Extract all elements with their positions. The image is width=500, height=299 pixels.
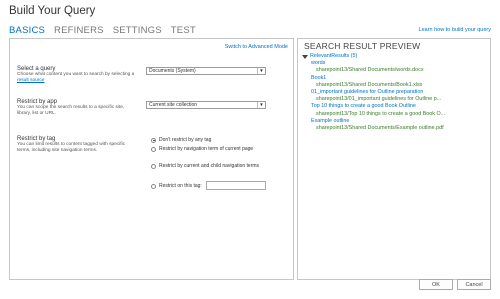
chevron-down-icon: ▼ [257, 68, 265, 74]
tab-test[interactable]: TEST [171, 25, 196, 36]
result-title[interactable]: Book1 [302, 75, 445, 82]
result-url: sharepoint13/Top 10 things to create a g… [316, 110, 446, 117]
learn-link[interactable]: Learn how to build your query [419, 27, 491, 33]
result-url: sharepoint13/Shared Documents/Example ou… [316, 125, 444, 132]
result-title[interactable]: 01_important guidelines for Outline prep… [302, 89, 445, 96]
advanced-mode-link[interactable]: Switch to Advanced Mode [225, 44, 288, 50]
select-query-desc-text: Choose what content you want to search b… [17, 72, 135, 77]
app-select[interactable]: Current site collection ▼ [146, 101, 266, 109]
dialog-title: Build Your Query [9, 5, 96, 17]
tag-input[interactable] [206, 181, 266, 190]
result-title[interactable]: Example outline [302, 118, 445, 125]
restrict-tag-desc: You can limit results to content tagged … [17, 142, 126, 153]
query-select[interactable]: Documents (System) ▼ [146, 67, 266, 75]
restrict-tag-section: Restrict by tag You can limit results to… [17, 136, 137, 154]
collapse-icon[interactable] [302, 54, 308, 59]
radio-label: Don't restrict by any tag [159, 137, 212, 143]
result-source-link[interactable]: result source [17, 78, 44, 83]
result-url: sharepoint13/Shared Documents/Book1.xlsx [316, 81, 423, 88]
radio-label: Restrict by current and child navigation… [159, 163, 260, 169]
app-select-value: Current site collection [149, 102, 198, 108]
restrict-app-section: Restrict by app You can scope the search… [17, 99, 137, 117]
chevron-down-icon: ▼ [257, 102, 265, 108]
radio-nav-term[interactable]: Restrict by navigation term of current p… [151, 146, 276, 152]
radio-button[interactable] [151, 137, 156, 143]
radio-button[interactable] [151, 163, 156, 169]
preview-results: RelevantResults (5) words sharepoint13/S… [302, 53, 445, 132]
radio-label: Restrict by navigation term of current p… [159, 146, 254, 152]
tab-bar: BASICS REFINERS SETTINGS TEST [9, 25, 205, 36]
result-url: sharepoint13/Shared Documents/words.docx [316, 67, 424, 74]
select-query-section: Select a query Choose what content you w… [17, 66, 137, 84]
query-settings-panel: Switch to Advanced Mode Select a query C… [9, 38, 294, 280]
tab-basics[interactable]: BASICS [9, 25, 45, 36]
radio-button[interactable] [151, 183, 156, 189]
result-group-label: RelevantResults (5) [310, 53, 358, 59]
preview-header: SEARCH RESULT PREVIEW [304, 41, 421, 51]
radio-child-nav-terms[interactable]: Restrict by current and child navigation… [151, 163, 276, 169]
result-title[interactable]: words [302, 60, 445, 67]
result-url: sharepoint13/01_important guidelines for… [316, 96, 442, 103]
result-title[interactable]: Top 10 things to create a good Book Outl… [302, 103, 445, 110]
radio-label: Restrict on this tag: [159, 183, 202, 189]
result-group[interactable]: RelevantResults (5) [302, 53, 445, 60]
tab-refiners[interactable]: REFINERS [54, 25, 104, 36]
radio-button[interactable] [151, 146, 156, 152]
query-select-value: Documents (System) [149, 68, 196, 74]
cancel-button[interactable]: Cancel [457, 279, 491, 290]
select-query-desc: Choose what content you want to search b… [17, 72, 137, 84]
ok-button[interactable]: OK [419, 279, 453, 290]
tab-settings[interactable]: SETTINGS [113, 25, 162, 36]
radio-no-tag[interactable]: Don't restrict by any tag [151, 137, 276, 143]
search-result-preview-panel: SEARCH RESULT PREVIEW RelevantResults (5… [297, 38, 491, 280]
restrict-app-desc: You can scope the search results to a sp… [17, 105, 125, 116]
